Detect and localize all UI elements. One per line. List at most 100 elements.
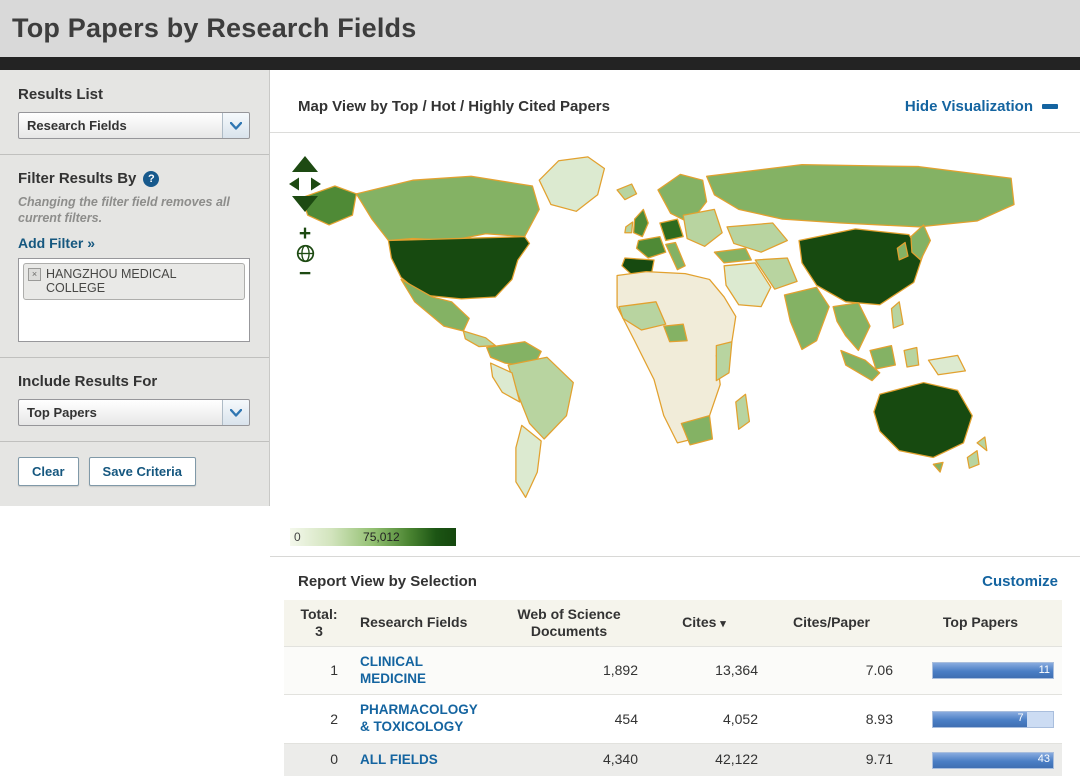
filter-results-by-label: Filter Results By <box>18 170 137 187</box>
zoom-in-button[interactable]: + <box>299 223 311 244</box>
pan-down-icon <box>292 196 318 213</box>
map-region-canada[interactable] <box>355 175 540 242</box>
map-region-philippines[interactable] <box>890 301 904 329</box>
cites-cell: 13,364 <box>644 645 764 695</box>
map-region-greenland[interactable] <box>538 156 606 213</box>
map-region-iceland[interactable] <box>616 183 638 201</box>
map-region-new-zealand-north[interactable] <box>976 436 988 452</box>
map-region-uk[interactable] <box>632 208 649 238</box>
legend-min-label: 0 <box>294 530 301 545</box>
table-row: 2 PHARMACOLOGY & TOXICOLOGY 454 4,052 8.… <box>284 694 1062 744</box>
cites-per-paper-cell: 7.06 <box>764 645 899 695</box>
map-region-kazakhstan[interactable] <box>726 222 788 254</box>
sidebar: Results List Research Fields Filter Resu… <box>0 70 270 776</box>
globe-icon[interactable] <box>296 244 315 263</box>
filter-list-box: × HANGZHOU MEDICAL COLLEGE <box>18 258 250 343</box>
world-map[interactable] <box>286 151 1026 511</box>
cites-per-paper-cell: 9.71 <box>764 743 899 776</box>
map-pan-pad[interactable] <box>287 155 323 213</box>
pan-up-icon <box>292 156 318 173</box>
map-region-ireland[interactable] <box>624 221 634 234</box>
rank-cell: 0 <box>284 743 354 776</box>
cites-cell: 42,122 <box>644 743 764 776</box>
table-header-row: Total: 3 Research Fields Web of Science … <box>284 600 1062 647</box>
field-link[interactable]: ALL FIELDS <box>360 752 438 769</box>
map-region-east-africa[interactable] <box>715 341 733 382</box>
map-region-germany[interactable] <box>659 218 684 242</box>
cites-per-paper-cell: 8.93 <box>764 694 899 744</box>
map-region-eastern-europe[interactable] <box>682 208 723 248</box>
map-region-madagascar[interactable] <box>735 393 751 431</box>
top-papers-bar-fill: 43 <box>933 752 1053 768</box>
column-header-cites-per-paper[interactable]: Cites/Paper <box>764 600 899 647</box>
chevron-down-icon <box>222 400 249 426</box>
save-criteria-button[interactable]: Save Criteria <box>88 457 197 487</box>
cites-cell: 4,052 <box>644 694 764 744</box>
report-table: Total: 3 Research Fields Web of Science … <box>284 600 1062 776</box>
table-row: 1 CLINICAL MEDICINE 1,892 13,364 7.06 11 <box>284 645 1062 695</box>
add-filter-link[interactable]: Add Filter » <box>18 235 95 251</box>
include-results-dropdown[interactable]: Top Papers <box>18 399 250 427</box>
map-region-turkey[interactable] <box>713 247 752 264</box>
documents-cell: 1,892 <box>494 645 644 695</box>
rank-cell: 1 <box>284 645 354 695</box>
map-region-argentina[interactable] <box>515 424 542 499</box>
total-label: Total: <box>300 606 338 623</box>
map-region-new-zealand-south[interactable] <box>966 450 980 470</box>
top-papers-bar-fill: 7 <box>933 711 1027 727</box>
top-papers-bar: 43 <box>932 751 1054 769</box>
clear-button[interactable]: Clear <box>18 457 79 487</box>
map-region-southeast-asia[interactable] <box>832 302 871 352</box>
map-view-header: Map View by Top / Hot / Highly Cited Pap… <box>270 70 1080 134</box>
hide-visualization-link[interactable]: Hide Visualization <box>905 98 1058 115</box>
map-region-borneo[interactable] <box>869 345 896 370</box>
top-papers-value: 7 <box>1017 712 1024 725</box>
results-list-label: Results List <box>18 86 104 103</box>
top-papers-bar-fill: 11 <box>933 663 1053 679</box>
map-controls: + − <box>286 155 324 284</box>
map-region-india[interactable] <box>783 286 830 351</box>
top-papers-bar: 11 <box>932 662 1054 680</box>
report-view-title: Report View by Selection <box>298 572 477 590</box>
zoom-out-button[interactable]: − <box>299 263 311 284</box>
sidebar-divider <box>0 357 269 359</box>
report-view-header: Report View by Selection Customize <box>270 557 1080 600</box>
column-header-documents[interactable]: Web of Science Documents <box>494 600 644 647</box>
sort-descending-icon: ▾ <box>720 618 726 631</box>
chevron-down-icon <box>222 113 249 138</box>
map-region-tasmania[interactable] <box>932 461 944 473</box>
help-icon[interactable]: ? <box>143 170 160 187</box>
map-region-australia[interactable] <box>873 382 973 459</box>
column-header-top-papers[interactable]: Top Papers <box>899 600 1062 647</box>
include-results-dropdown-value: Top Papers <box>27 405 97 421</box>
top-papers-value: 43 <box>1037 753 1050 766</box>
collapse-minus-icon <box>1042 103 1058 109</box>
filter-chip[interactable]: × HANGZHOU MEDICAL COLLEGE <box>23 263 245 301</box>
pan-left-icon <box>289 177 299 191</box>
page-header: Top Papers by Research Fields <box>0 0 1080 57</box>
cites-header-label: Cites <box>682 614 717 631</box>
remove-filter-icon[interactable]: × <box>28 268 41 282</box>
customize-link[interactable]: Customize <box>982 573 1058 590</box>
map-region-new-guinea[interactable] <box>927 354 967 376</box>
table-row-total: 0 ALL FIELDS 4,340 42,122 9.71 43 <box>284 743 1062 776</box>
sidebar-divider <box>0 154 269 155</box>
map-region-france[interactable] <box>635 236 667 259</box>
documents-cell: 454 <box>494 694 644 744</box>
content: Results List Research Fields Filter Resu… <box>0 70 1080 776</box>
map-region-japan[interactable] <box>910 224 932 261</box>
main-panel: Map View by Top / Hot / Highly Cited Pap… <box>270 70 1080 776</box>
map-region-italy[interactable] <box>665 242 686 271</box>
map-region-sulawesi[interactable] <box>903 347 920 368</box>
column-header-research-fields[interactable]: Research Fields <box>354 600 494 647</box>
header-dark-strip <box>0 57 1080 70</box>
field-link[interactable]: PHARMACOLOGY & TOXICOLOGY <box>360 702 488 736</box>
map-legend: 0 75,012 <box>270 519 1080 557</box>
results-list-dropdown[interactable]: Research Fields <box>18 112 250 139</box>
map-region-russia[interactable] <box>705 164 1015 228</box>
map-region-central-america[interactable] <box>462 330 497 348</box>
map-view-title: Map View by Top / Hot / Highly Cited Pap… <box>298 97 610 115</box>
column-header-cites[interactable]: Cites ▾ <box>644 600 764 647</box>
field-link[interactable]: CLINICAL MEDICINE <box>360 654 488 688</box>
filter-chip-label: HANGZHOU MEDICAL COLLEGE <box>46 267 177 296</box>
